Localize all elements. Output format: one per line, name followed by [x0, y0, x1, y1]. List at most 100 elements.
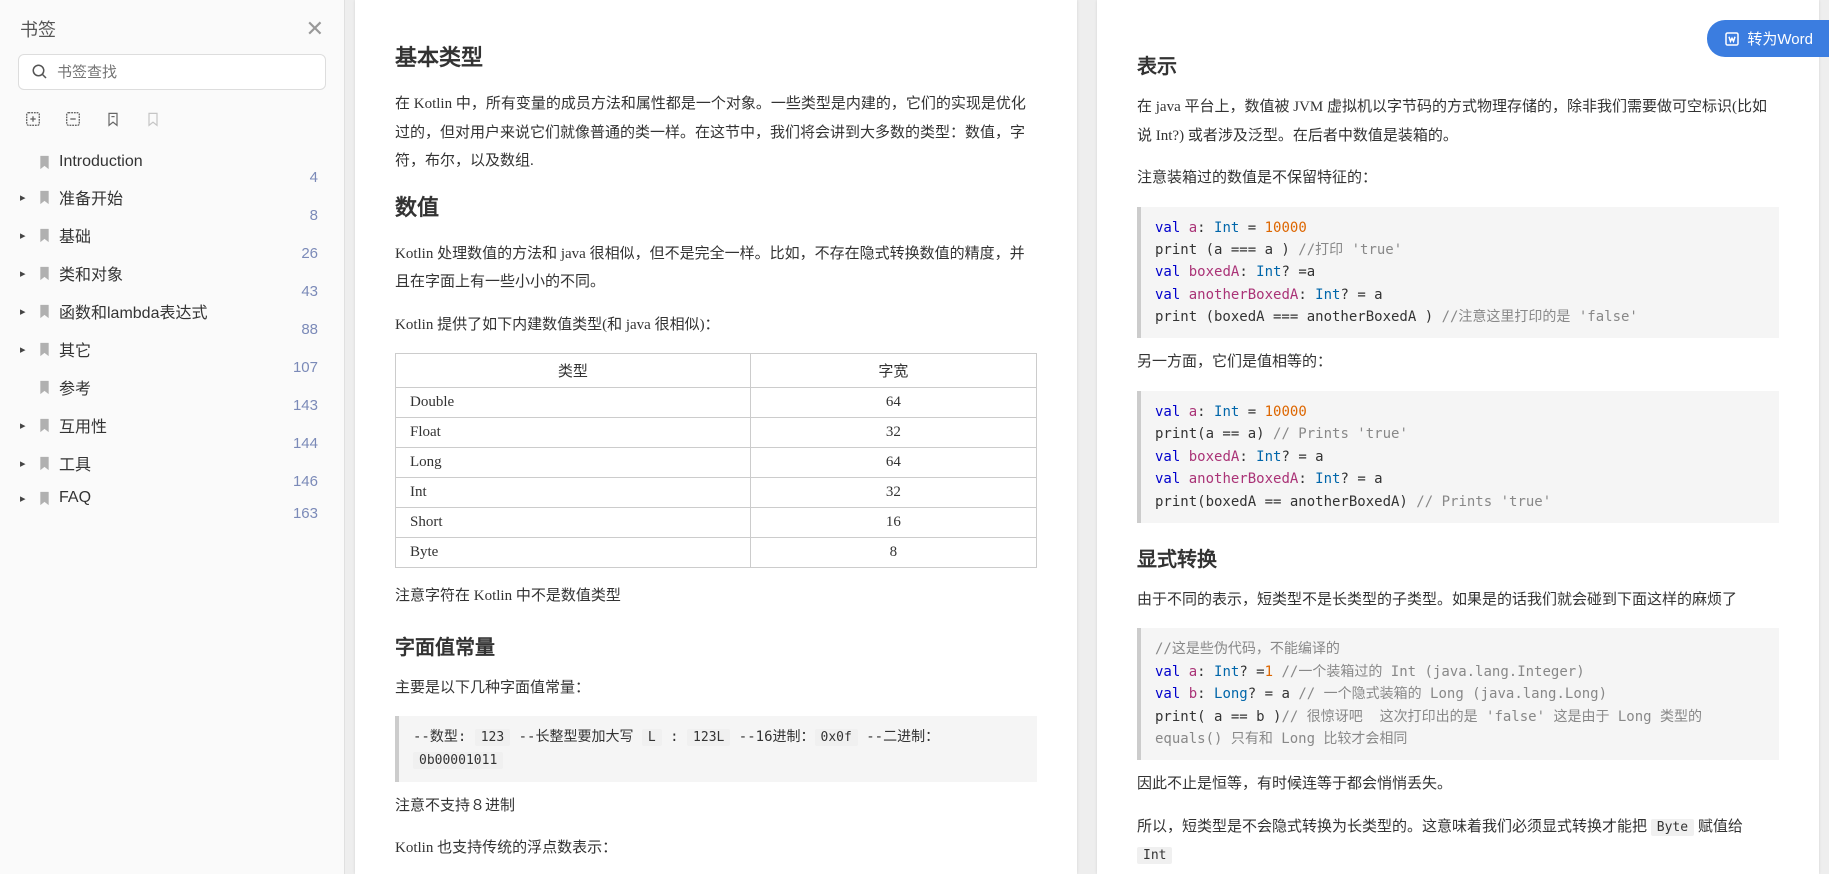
bookmark-icon [38, 418, 51, 433]
code-block: val a: Int = 10000 print(a == a) // Prin… [1137, 391, 1779, 523]
convert-to-word-button[interactable]: 转为Word [1707, 20, 1829, 57]
chevron-right-icon: ▸ [20, 419, 34, 432]
chevron-right-icon: ▸ [20, 343, 34, 356]
document-viewer: 基本类型 在 Kotlin 中，所有变量的成员方法和属性都是一个对象。一些类型是… [345, 0, 1829, 874]
toc-item[interactable]: ▸ 工具 146 [10, 444, 336, 482]
page-left: 基本类型 在 Kotlin 中，所有变量的成员方法和属性都是一个对象。一些类型是… [355, 0, 1077, 874]
chevron-right-icon: ▸ [20, 492, 34, 505]
table-cell: Int [396, 478, 751, 508]
search-input[interactable] [57, 64, 313, 81]
bookmark-outline-icon[interactable] [144, 110, 162, 128]
chevron-right-icon: ▸ [20, 191, 34, 204]
toc-item[interactable]: ▸ 准备开始 8 [10, 178, 336, 216]
table-cell: Long [396, 448, 751, 478]
table-cell: 16 [750, 508, 1036, 538]
bookmark-icon[interactable] [104, 110, 122, 128]
table-cell: 32 [750, 478, 1036, 508]
table-row: Int32 [396, 478, 1037, 508]
heading-representation: 表示 [1137, 50, 1779, 79]
table-cell: 8 [750, 538, 1036, 568]
toc-item[interactable]: ▸ FAQ 163 [10, 482, 336, 514]
toc-label: 其它 [59, 337, 91, 361]
paragraph: 由于不同的表示，短类型不是长类型的子类型。如果是的话我们就会碰到下面这样的麻烦了 [1137, 586, 1779, 615]
code-block: --数型: 123 --长整型要加大写 L : 123L --16进制：0x0f… [395, 716, 1037, 782]
paragraph: 注意字符在 Kotlin 中不是数值类型 [395, 582, 1037, 611]
toc-label: 类和对象 [59, 261, 123, 285]
table-row: Short16 [396, 508, 1037, 538]
paragraph: 注意装箱过的数值是不保留特征的： [1137, 164, 1779, 193]
table-cell: Short [396, 508, 751, 538]
add-bookmark-icon[interactable] [24, 110, 42, 128]
chevron-right-icon: ▸ [20, 305, 34, 318]
paragraph: 另一方面，它们是值相等的： [1137, 348, 1779, 377]
table-row: Double64 [396, 388, 1037, 418]
paragraph: 所以，短类型是不会隐式转换为长类型的。这意味着我们必须显式转换才能把 Byte … [1137, 813, 1779, 870]
search-icon [31, 63, 49, 81]
toc-page-number: 163 [293, 505, 318, 522]
toc-label: 基础 [59, 223, 91, 247]
toc-label: 准备开始 [59, 185, 123, 209]
chevron-right-icon: ▸ [20, 457, 34, 470]
convert-label: 转为Word [1747, 28, 1813, 49]
toc-item[interactable]: ▸ 基础 26 [10, 216, 336, 254]
bookmark-icon [38, 491, 51, 506]
paragraph: 因此不止是恒等，有时候连等于都会悄悄丢失。 [1137, 770, 1779, 799]
paragraph: Kotlin 处理数值的方法和 java 很相似，但不是完全一样。比如，不存在隐… [395, 240, 1037, 297]
toc-label: Introduction [59, 153, 143, 171]
table-row: Float32 [396, 418, 1037, 448]
toc-label: FAQ [59, 489, 91, 507]
bookmark-icon [38, 266, 51, 281]
toc-item[interactable]: ▸ 函数和lambda表达式 88 [10, 292, 336, 330]
paragraph: 注意不支持８进制 [395, 792, 1037, 821]
table-cell: 64 [750, 448, 1036, 478]
table-cell: 32 [750, 418, 1036, 448]
bookmarks-sidebar: 书签 ✕ Introduction 4▸ 准备开始 8▸ 基础 26▸ 类和对象… [0, 0, 345, 874]
toc-label: 互用性 [59, 413, 107, 437]
table-header: 字宽 [750, 354, 1036, 388]
chevron-right-icon: ▸ [20, 267, 34, 280]
heading-literals: 字面值常量 [395, 631, 1037, 660]
paragraph: 在 Kotlin 中，所有变量的成员方法和属性都是一个对象。一些类型是内建的，它… [395, 90, 1037, 176]
toc-item[interactable]: ▸ 互用性 144 [10, 406, 336, 444]
bookmark-icon [38, 228, 51, 243]
bookmark-icon [38, 342, 51, 357]
bookmark-icon [38, 155, 51, 170]
paragraph: Kotlin 也支持传统的浮点数表示： [395, 834, 1037, 863]
toc-label: 参考 [59, 375, 91, 399]
convert-icon [1723, 30, 1741, 48]
sidebar-title: 书签 [20, 16, 56, 42]
bookmark-icon [38, 190, 51, 205]
toc-label: 工具 [59, 451, 91, 475]
remove-bookmark-icon[interactable] [64, 110, 82, 128]
bookmark-icon [38, 304, 51, 319]
paragraph: Kotlin 提供了如下内建数值类型(和 java 很相似)： [395, 311, 1037, 340]
table-cell: 64 [750, 388, 1036, 418]
types-table: 类型 字宽 Double64Float32Long64Int32Short16B… [395, 353, 1037, 568]
paragraph: 在 java 平台上，数值被 JVM 虚拟机以字节码的方式物理存储的，除非我们需… [1137, 93, 1779, 150]
search-box[interactable] [18, 54, 326, 90]
table-cell: Double [396, 388, 751, 418]
toc-item[interactable]: Introduction 4 [10, 146, 336, 178]
paragraph: 主要是以下几种字面值常量： [395, 674, 1037, 703]
table-row: Long64 [396, 448, 1037, 478]
sidebar-toolbar [0, 102, 344, 142]
table-cell: Byte [396, 538, 751, 568]
close-icon[interactable]: ✕ [306, 18, 324, 40]
heading-basic-types: 基本类型 [395, 40, 1037, 72]
table-row: Byte8 [396, 538, 1037, 568]
code-block: //这是些伪代码，不能编译的 val a: Int? =1 //一个装箱过的 I… [1137, 628, 1779, 760]
toc-item[interactable]: ▸ 类和对象 43 [10, 254, 336, 292]
toc-label: 函数和lambda表达式 [59, 299, 207, 323]
code-block: val a: Int = 10000 print (a === a ) //打印… [1137, 207, 1779, 339]
bookmark-icon [38, 456, 51, 471]
heading-numbers: 数值 [395, 190, 1037, 222]
table-header: 类型 [396, 354, 751, 388]
heading-explicit-conversion: 显式转换 [1137, 543, 1779, 572]
toc-item[interactable]: 参考 143 [10, 368, 336, 406]
page-right: 表示 在 java 平台上，数值被 JVM 虚拟机以字节码的方式物理存储的，除非… [1097, 0, 1819, 874]
toc-item[interactable]: ▸ 其它 107 [10, 330, 336, 368]
bookmark-icon [38, 380, 51, 395]
table-cell: Float [396, 418, 751, 448]
toc-list: Introduction 4▸ 准备开始 8▸ 基础 26▸ 类和对象 43▸ … [0, 142, 344, 874]
chevron-right-icon: ▸ [20, 229, 34, 242]
